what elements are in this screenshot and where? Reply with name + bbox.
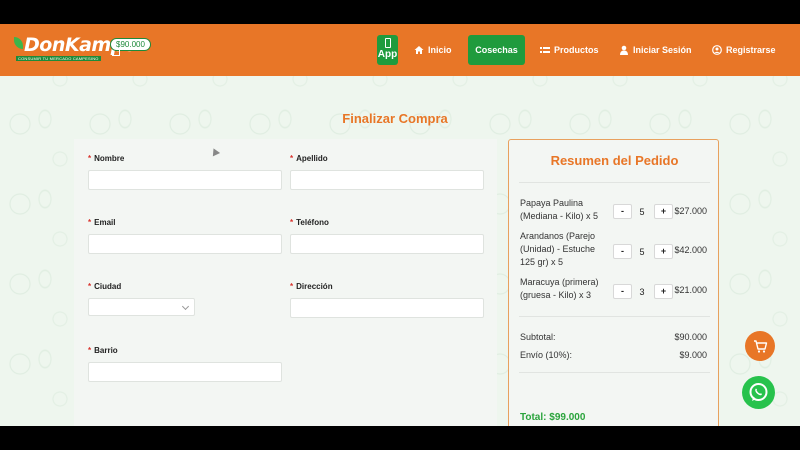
telefono-input[interactable] [290,234,484,254]
required-mark: * [88,218,92,227]
subtotal-label: Subtotal: [520,332,556,342]
nav-iniciar-sesion[interactable]: Iniciar Sesión [619,24,692,76]
field-barrio: * Barrio [88,346,282,382]
shipping-value: $9.000 [679,350,707,360]
required-mark: * [88,282,92,291]
ciudad-label-text: Ciudad [94,282,122,291]
telefono-label: * Teléfono [290,218,484,227]
divider [519,316,710,317]
nav-registrarse-label: Registrarse [726,45,776,55]
nav-cosechas[interactable]: Cosechas [468,35,525,65]
field-nombre: * Nombre [88,154,282,190]
cart-icon [754,340,768,353]
increase-qty-button[interactable]: + [654,244,673,259]
required-mark: * [290,282,294,291]
chevron-down-icon [181,302,190,311]
navbar: DonKampo CONSUMIR TU MERCADO CAMPESINO $… [0,24,800,76]
summary-item-name: Papaya Paulina (Mediana - Kilo) x 5 [520,198,599,221]
telefono-label-text: Teléfono [296,218,329,227]
summary-item-name: Arandanos (Parejo (Unidad) - Estuche 125… [520,231,596,267]
nav-productos-label: Productos [554,45,599,55]
nav-cosechas-label: Cosechas [475,45,518,55]
barrio-input[interactable] [88,362,282,382]
checkout-form: * Nombre * Apellido * Email * Teléfono * Ciud… [74,139,497,426]
apellido-input[interactable] [290,170,484,190]
phone-icon [384,38,391,48]
whatsapp-button[interactable] [742,376,775,409]
divider [519,372,710,373]
field-apellido: * Apellido [290,154,484,190]
item-qty: 5 [639,207,645,217]
item-price: $42.000 [674,245,707,255]
user-circle-icon [712,45,722,55]
required-mark: * [290,154,294,163]
page-viewport: DonKampo CONSUMIR TU MERCADO CAMPESINO $… [0,24,800,426]
decrease-qty-button[interactable]: - [613,284,632,299]
item-price: $21.000 [674,285,707,295]
nombre-input[interactable] [88,170,282,190]
direccion-label: * Dirección [290,282,484,291]
field-email: * Email [88,218,282,254]
cart-icon [112,50,120,56]
whatsapp-icon [749,383,768,401]
logo-slogan: CONSUMIR TU MERCADO CAMPESINO [16,56,101,61]
shipping-label: Envío (10%): [520,350,573,360]
summary-title: Resumen del Pedido [550,153,679,168]
ciudad-select[interactable] [88,298,195,316]
ciudad-label: * Ciudad [88,282,195,291]
field-telefono: * Teléfono [290,218,484,254]
home-icon [414,45,424,55]
nav-inicio-label: Inicio [428,45,452,55]
item-qty: 5 [639,247,645,257]
floating-cart-button[interactable] [745,331,775,361]
apellido-label: * Apellido [290,154,484,163]
field-direccion: * Dirección [290,282,484,318]
barrio-label-text: Barrio [94,346,118,355]
subtotal-value: $90.000 [674,332,707,342]
email-input[interactable] [88,234,282,254]
nav-registrarse[interactable]: Registrarse [712,24,776,76]
direccion-input[interactable] [290,298,484,318]
leaf-icon [14,37,23,49]
summary-item-name: Maracuya (primera) (gruesa - Kilo) x 3 [520,277,599,300]
app-button[interactable]: App [377,35,398,65]
direccion-label-text: Dirección [296,282,333,291]
field-ciudad: * Ciudad [88,282,195,316]
nav-inicio[interactable]: Inicio [414,24,452,76]
divider [519,182,710,183]
item-qty: 3 [639,287,645,297]
nombre-label: * Nombre [88,154,282,163]
decrease-qty-button[interactable]: - [613,204,632,219]
nav-productos[interactable]: Productos [540,24,599,76]
page-title: Finalizar Compra [342,111,448,126]
required-mark: * [290,218,294,227]
nombre-label-text: Nombre [94,154,125,163]
email-label-text: Email [94,218,116,227]
required-mark: * [88,154,92,163]
app-label: App [377,49,398,60]
header-cart[interactable]: $90.000 [110,38,151,56]
total-amount: Total: $99.000 [520,412,586,423]
increase-qty-button[interactable]: + [654,204,673,219]
required-mark: * [88,346,92,355]
order-summary: Resumen del Pedido Papaya Paulina (Media… [508,139,719,426]
apellido-label-text: Apellido [296,154,328,163]
user-icon [619,45,629,55]
list-icon [540,45,550,55]
nav-iniciar-sesion-label: Iniciar Sesión [633,45,692,55]
barrio-label: * Barrio [88,346,282,355]
email-label: * Email [88,218,282,227]
increase-qty-button[interactable]: + [654,284,673,299]
item-price: $27.000 [674,206,707,216]
decrease-qty-button[interactable]: - [613,244,632,259]
